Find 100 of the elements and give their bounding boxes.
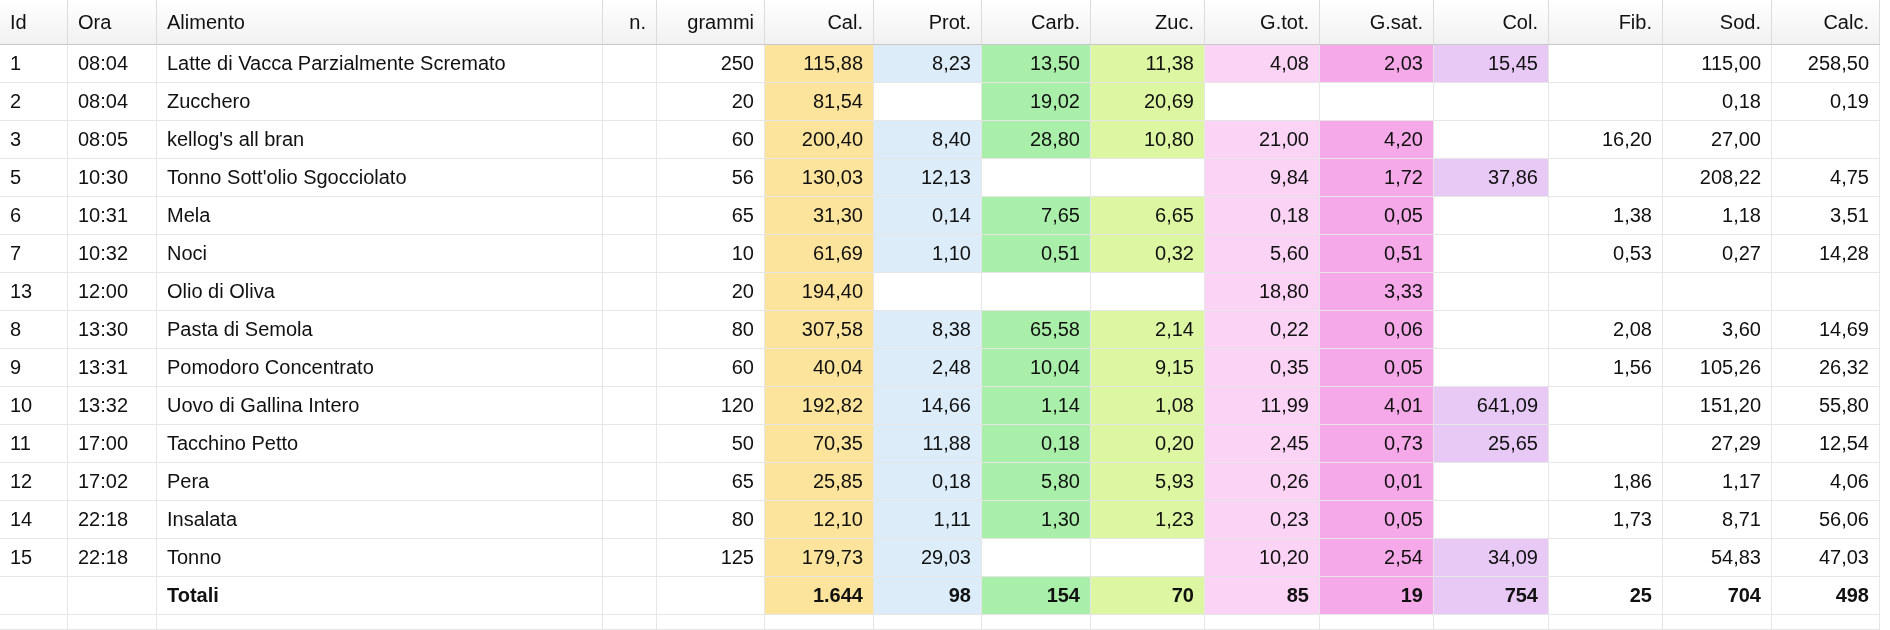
column-header[interactable]: Prot.	[874, 0, 982, 45]
table-cell: Tonno Sott'olio Sgocciolato	[157, 159, 603, 197]
table-cell: 2,45	[1205, 425, 1320, 463]
total-cell: 1.644	[765, 577, 874, 615]
table-cell: Pomodoro Concentrato	[157, 349, 603, 387]
empty-cell	[0, 615, 68, 630]
table-cell: 8,23	[874, 45, 982, 83]
table-cell: 10,20	[1205, 539, 1320, 577]
table-cell: Olio di Oliva	[157, 273, 603, 311]
table-cell: 22:18	[68, 539, 157, 577]
column-header[interactable]: Col.	[1434, 0, 1549, 45]
table-cell: 2,48	[874, 349, 982, 387]
table-cell: Uovo di Gallina Intero	[157, 387, 603, 425]
empty-cell	[603, 311, 657, 349]
total-cell: 70	[1091, 577, 1205, 615]
table-cell: Zucchero	[157, 83, 603, 121]
column-header[interactable]: n.	[603, 0, 657, 45]
table-cell: 307,58	[765, 311, 874, 349]
table-cell: Pera	[157, 463, 603, 501]
table-cell: 0,53	[1549, 235, 1663, 273]
table-cell: 12:00	[68, 273, 157, 311]
column-header[interactable]: Calc.	[1772, 0, 1880, 45]
table-cell: 1	[0, 45, 68, 83]
empty-cell	[603, 83, 657, 121]
table-cell: 1,73	[1549, 501, 1663, 539]
table-cell: 0,18	[874, 463, 982, 501]
empty-cell	[603, 349, 657, 387]
table-cell: 0,32	[1091, 235, 1205, 273]
table-cell: 1,14	[982, 387, 1091, 425]
table-cell: 29,03	[874, 539, 982, 577]
table-cell: 14,28	[1772, 235, 1880, 273]
table-cell: 10	[0, 387, 68, 425]
table-cell: 0,05	[1320, 349, 1434, 387]
column-header[interactable]: G.sat.	[1320, 0, 1434, 45]
table-cell: 19,02	[982, 83, 1091, 121]
table-cell: 7,65	[982, 197, 1091, 235]
empty-cell	[603, 425, 657, 463]
table-cell: 12	[0, 463, 68, 501]
table-cell: 16,20	[1549, 121, 1663, 159]
table-cell: 208,22	[1663, 159, 1772, 197]
table-cell: 0,05	[1320, 501, 1434, 539]
table-cell: 258,50	[1772, 45, 1880, 83]
table-cell: 18,80	[1205, 273, 1320, 311]
total-cell: 754	[1434, 577, 1549, 615]
table-cell: 8,40	[874, 121, 982, 159]
table-cell: 27,00	[1663, 121, 1772, 159]
empty-cell	[0, 577, 68, 615]
table-cell: 1,72	[1320, 159, 1434, 197]
table-cell: Tonno	[157, 539, 603, 577]
column-header[interactable]: Alimento	[157, 0, 603, 45]
empty-cell	[603, 577, 657, 615]
table-cell: 81,54	[765, 83, 874, 121]
table-cell: 0,26	[1205, 463, 1320, 501]
table-cell: 3,60	[1663, 311, 1772, 349]
table-cell: 2	[0, 83, 68, 121]
table-cell: 28,80	[982, 121, 1091, 159]
table-cell: 3,51	[1772, 197, 1880, 235]
table-cell: 13:30	[68, 311, 157, 349]
table-cell: 31,30	[765, 197, 874, 235]
column-header[interactable]: G.tot.	[1205, 0, 1320, 45]
table-cell: Pasta di Semola	[157, 311, 603, 349]
table-cell: 13:32	[68, 387, 157, 425]
column-header[interactable]: Ora	[68, 0, 157, 45]
table-cell: 4,01	[1320, 387, 1434, 425]
empty-cell	[603, 121, 657, 159]
column-header[interactable]: grammi	[657, 0, 765, 45]
table-cell: 0,18	[1663, 83, 1772, 121]
column-header[interactable]: Id	[0, 0, 68, 45]
table-cell: 8,38	[874, 311, 982, 349]
column-header[interactable]: Sod.	[1663, 0, 1772, 45]
table-cell: 70,35	[765, 425, 874, 463]
table-cell: 14	[0, 501, 68, 539]
table-cell: 0,01	[1320, 463, 1434, 501]
table-cell: Noci	[157, 235, 603, 273]
table-cell: 115,88	[765, 45, 874, 83]
column-header[interactable]: Fib.	[1549, 0, 1663, 45]
table-cell: Latte di Vacca Parzialmente Scremato	[157, 45, 603, 83]
table-cell: 0,18	[982, 425, 1091, 463]
table-cell: 11,88	[874, 425, 982, 463]
column-header[interactable]: Carb.	[982, 0, 1091, 45]
table-cell: 0,73	[1320, 425, 1434, 463]
table-cell: 0,35	[1205, 349, 1320, 387]
empty-cell	[603, 463, 657, 501]
table-cell: 200,40	[765, 121, 874, 159]
table-cell: 5	[0, 159, 68, 197]
table-cell: 0,51	[982, 235, 1091, 273]
column-header[interactable]: Zuc.	[1091, 0, 1205, 45]
table-cell: 179,73	[765, 539, 874, 577]
total-cell: 19	[1320, 577, 1434, 615]
table-cell: 1,18	[1663, 197, 1772, 235]
empty-cell	[603, 235, 657, 273]
table-cell: 1,38	[1549, 197, 1663, 235]
table-cell: 0,18	[1205, 197, 1320, 235]
table-cell: 151,20	[1663, 387, 1772, 425]
column-header[interactable]: Cal.	[765, 0, 874, 45]
table-cell: 15	[0, 539, 68, 577]
empty-cell	[603, 387, 657, 425]
table-cell: kellog's all bran	[157, 121, 603, 159]
table-cell: 11,99	[1205, 387, 1320, 425]
table-cell: 26,32	[1772, 349, 1880, 387]
